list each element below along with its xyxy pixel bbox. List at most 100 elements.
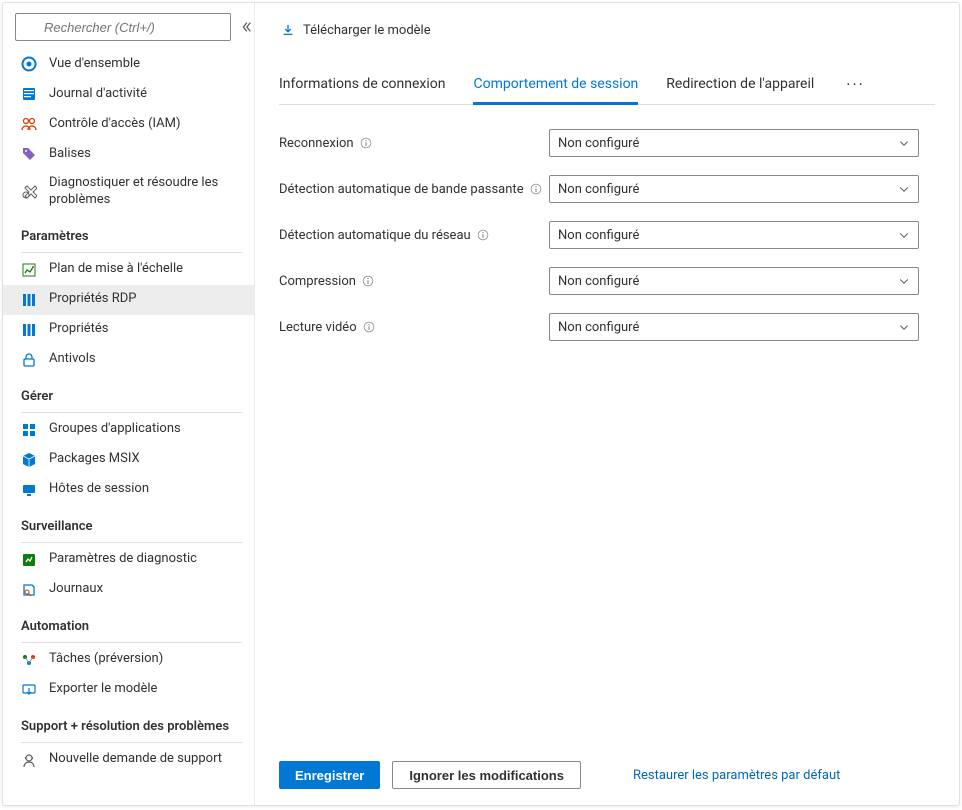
info-icon[interactable] <box>477 229 489 241</box>
sidebar-item-label: Contrôle d'accès (IAM) <box>49 116 181 133</box>
form-label: Détection automatique de bande passante <box>279 182 524 197</box>
app-groups-icon <box>21 422 37 438</box>
sidebar-item-tasks[interactable]: Tâches (préversion) <box>3 645 254 675</box>
info-icon[interactable] <box>360 137 372 149</box>
sidebar-item-export-template[interactable]: Exporter le modèle <box>3 675 254 705</box>
sidebar-item-label: Nouvelle demande de support <box>49 751 222 768</box>
chevron-down-icon <box>898 275 910 287</box>
section-header-manage: Gérer <box>3 375 254 408</box>
sidebar-item-logs[interactable]: Journaux <box>3 575 254 605</box>
support-icon <box>21 752 37 768</box>
tab-overflow-icon[interactable]: ··· <box>842 75 869 104</box>
sidebar-item-properties[interactable]: Propriétés <box>3 315 254 345</box>
select-bandwidth[interactable]: Non configuré <box>549 175 919 203</box>
sidebar-item-rdp-properties[interactable]: Propriétés RDP <box>3 285 254 315</box>
export-icon <box>21 682 37 698</box>
sidebar-item-label: Exporter le modèle <box>49 681 157 698</box>
chevron-down-icon <box>898 321 910 333</box>
sidebar-item-label: Tâches (préversion) <box>49 651 163 668</box>
form-label: Compression <box>279 274 356 289</box>
sidebar-item-new-support-request[interactable]: Nouvelle demande de support <box>3 745 254 775</box>
lock-icon <box>21 352 37 368</box>
diagnose-icon <box>21 184 37 200</box>
divider <box>21 642 242 643</box>
sidebar-item-iam[interactable]: Contrôle d'accès (IAM) <box>3 109 254 139</box>
tasks-icon <box>21 652 37 668</box>
session-hosts-icon <box>21 482 37 498</box>
form: Reconnexion Non configuré Détection auto… <box>279 129 935 341</box>
select-value: Non configuré <box>558 228 639 243</box>
info-icon[interactable] <box>530 183 542 195</box>
tab-session-behavior[interactable]: Comportement de session <box>473 76 638 105</box>
select-reconnect[interactable]: Non configuré <box>549 129 919 157</box>
sidebar-item-label: Propriétés <box>49 321 109 338</box>
tab-connection-info[interactable]: Informations de connexion <box>279 76 445 105</box>
select-network[interactable]: Non configuré <box>549 221 919 249</box>
sidebar-item-msix[interactable]: Packages MSIX <box>3 445 254 475</box>
form-label: Détection automatique du réseau <box>279 228 471 243</box>
form-row-video: Lecture vidéo Non configuré <box>279 313 935 341</box>
select-value: Non configuré <box>558 274 639 289</box>
toolbar-label: Télécharger le modèle <box>303 23 431 38</box>
sidebar-item-label: Propriétés RDP <box>49 291 136 308</box>
divider <box>21 742 242 743</box>
collapse-sidebar-icon[interactable] <box>239 20 253 34</box>
logs-icon <box>21 582 37 598</box>
sidebar: Vue d'ensemble Journal d'activité Contrô… <box>3 3 255 805</box>
tags-icon <box>21 146 37 162</box>
sidebar-item-overview[interactable]: Vue d'ensemble <box>3 49 254 79</box>
restore-defaults-link[interactable]: Restaurer les paramètres par défaut <box>633 768 840 783</box>
sidebar-item-label: Diagnostiquer et résoudre les problèmes <box>49 175 242 209</box>
sidebar-item-label: Groupes d'applications <box>49 421 181 438</box>
select-value: Non configuré <box>558 136 639 151</box>
sidebar-item-label: Balises <box>49 146 91 163</box>
package-icon <box>21 452 37 468</box>
select-value: Non configuré <box>558 182 639 197</box>
sidebar-item-diagnostic-settings[interactable]: Paramètres de diagnostic <box>3 545 254 575</box>
select-video[interactable]: Non configuré <box>549 313 919 341</box>
sidebar-item-session-hosts[interactable]: Hôtes de session <box>3 475 254 505</box>
scaling-icon <box>21 262 37 278</box>
sidebar-item-label: Plan de mise à l'échelle <box>49 261 183 278</box>
info-icon[interactable] <box>363 321 375 333</box>
toolbar: Télécharger le modèle <box>279 13 935 47</box>
divider <box>21 252 242 253</box>
rdp-icon <box>21 292 37 308</box>
tabs: Informations de connexion Comportement d… <box>279 75 935 105</box>
save-button[interactable]: Enregistrer <box>279 761 380 789</box>
chevron-down-icon <box>898 137 910 149</box>
form-row-reconnect: Reconnexion Non configuré <box>279 129 935 157</box>
chevron-down-icon <box>898 183 910 195</box>
form-row-network: Détection automatique du réseau Non conf… <box>279 221 935 249</box>
sidebar-item-label: Vue d'ensemble <box>49 56 140 73</box>
discard-button[interactable]: Ignorer les modifications <box>392 761 581 789</box>
sidebar-item-activity-log[interactable]: Journal d'activité <box>3 79 254 109</box>
section-header-settings: Paramètres <box>3 215 254 248</box>
iam-icon <box>21 116 37 132</box>
download-template-button[interactable]: Télécharger le modèle <box>279 19 433 42</box>
form-label: Lecture vidéo <box>279 320 357 335</box>
info-icon[interactable] <box>362 275 374 287</box>
search-input[interactable] <box>15 13 231 41</box>
diagnostic-icon <box>21 552 37 568</box>
sidebar-item-app-groups[interactable]: Groupes d'applications <box>3 415 254 445</box>
section-header-support: Support + résolution des problèmes <box>3 705 254 738</box>
properties-icon <box>21 322 37 338</box>
select-value: Non configuré <box>558 320 639 335</box>
main-panel: Télécharger le modèle Informations de co… <box>255 3 959 805</box>
tab-device-redirection[interactable]: Redirection de l'appareil <box>666 76 814 105</box>
form-row-bandwidth: Détection automatique de bande passante … <box>279 175 935 203</box>
divider <box>21 412 242 413</box>
divider <box>21 542 242 543</box>
select-compression[interactable]: Non configuré <box>549 267 919 295</box>
section-header-automation: Automation <box>3 605 254 638</box>
form-row-compression: Compression Non configuré <box>279 267 935 295</box>
sidebar-item-locks[interactable]: Antivols <box>3 345 254 375</box>
sidebar-item-label: Packages MSIX <box>49 451 140 468</box>
sidebar-item-tags[interactable]: Balises <box>3 139 254 169</box>
footer: Enregistrer Ignorer les modifications Re… <box>279 761 840 789</box>
sidebar-item-scaling-plan[interactable]: Plan de mise à l'échelle <box>3 255 254 285</box>
download-icon <box>281 23 295 37</box>
sidebar-item-label: Journal d'activité <box>49 86 147 103</box>
sidebar-item-diagnose[interactable]: Diagnostiquer et résoudre les problèmes <box>3 169 254 215</box>
